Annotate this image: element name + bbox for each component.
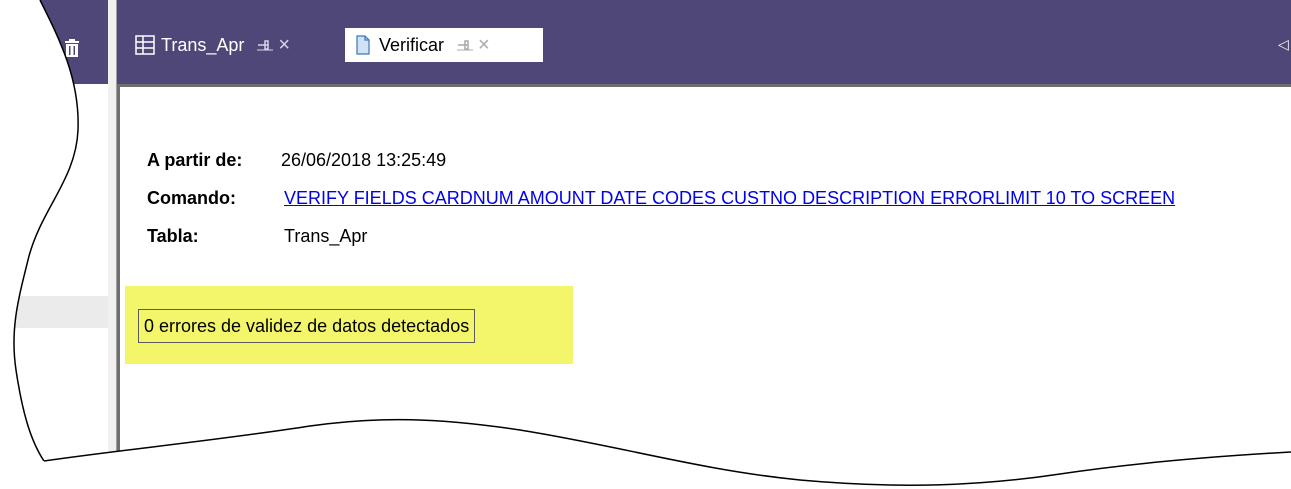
trash-icon[interactable] (63, 38, 81, 58)
date-value: 26/06/2018 13:25:49 (281, 150, 447, 170)
tab-overflow-icon[interactable]: ◁ (1278, 36, 1289, 53)
command-link[interactable]: VERIFY FIELDS CARDNUM AMOUNT DATE CODES … (284, 188, 1175, 209)
panel-border (117, 84, 1291, 87)
report-panel (117, 84, 1291, 464)
tab-label: Verificar (379, 34, 445, 55)
close-icon[interactable]: × (278, 35, 290, 55)
left-panel-selected-row[interactable] (0, 296, 108, 328)
result-message: 0 errores de validez de datos detectados (138, 309, 476, 343)
tab-strip: Trans_Apr × Verificar × (117, 0, 1291, 84)
report-date-row: A partir de: 26/06/2018 13:25:49 (147, 150, 446, 171)
panel-splitter[interactable] (108, 0, 116, 460)
table-icon (135, 35, 155, 55)
command-label: Comando: (147, 188, 236, 208)
table-label: Tabla: (147, 226, 199, 246)
tab-label: Trans_Apr (161, 34, 245, 55)
tab-verificar[interactable]: Verificar × (345, 28, 543, 62)
report-table-row: Tabla: Trans_Apr (147, 226, 367, 247)
pin-icon[interactable] (256, 38, 274, 52)
report-command-row: Comando: VERIFY FIELDS CARDNUM AMOUNT DA… (147, 188, 1175, 209)
pin-icon[interactable] (456, 38, 474, 52)
tab-trans-apr[interactable]: Trans_Apr × (135, 28, 345, 62)
table-value: Trans_Apr (284, 226, 368, 246)
left-panel-toolbar (0, 0, 108, 84)
document-icon (356, 35, 370, 55)
close-icon[interactable]: × (478, 35, 490, 55)
date-label: A partir de: (147, 150, 243, 170)
panel-border (117, 84, 120, 464)
